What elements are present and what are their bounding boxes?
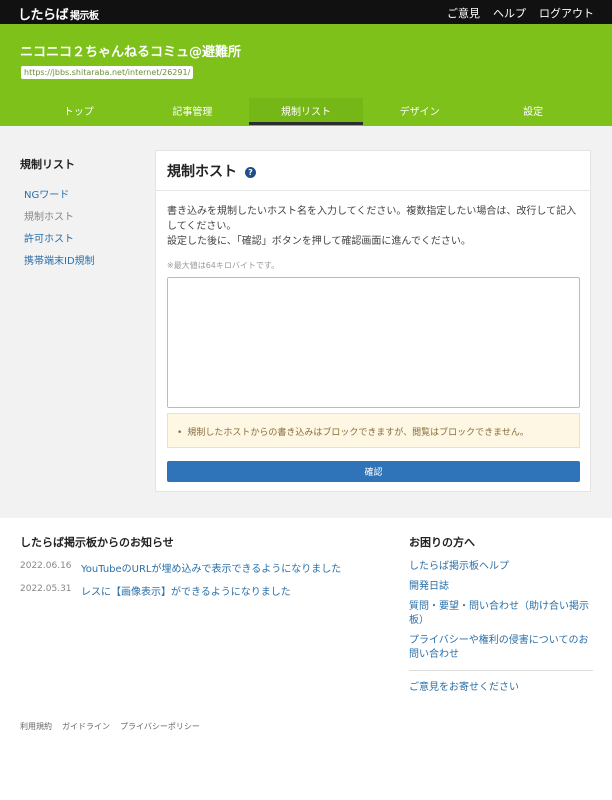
page-title: 規制ホスト	[167, 164, 237, 180]
description-line-2: 設定した後に、「確認」ボタンを押して確認画面に進んでください。	[167, 236, 471, 247]
board-url[interactable]: https://jbbs.shitaraba.net/internet/2629…	[21, 66, 194, 79]
sidebar-item-mobile-id[interactable]: 携帯端末ID規制	[20, 252, 130, 267]
description: 書き込みを規制したいホスト名を入力してください。複数指定したい場合は、改行して記…	[167, 204, 581, 249]
tab-top[interactable]: トップ	[22, 98, 136, 125]
news-link[interactable]: YouTubeのURLが埋め込みで表示できるようになりました	[81, 560, 341, 575]
divider	[409, 670, 593, 671]
sidebar-item-allowed-host[interactable]: 許可ホスト	[20, 230, 130, 245]
board-title: ニコニコ２ちゃんねるコミュ@避難所	[20, 45, 242, 60]
help-link-devlog[interactable]: 開発日誌	[409, 580, 593, 594]
confirm-button[interactable]: 確認	[167, 461, 580, 482]
sidebar: 規制リスト NGワード 規制ホスト 許可ホスト 携帯端末ID規制	[20, 156, 130, 274]
description-line-1: 書き込みを規制したいホスト名を入力してください。複数指定したい場合は、改行して記…	[167, 206, 577, 232]
help-link-privacy-contact[interactable]: プライバシーや権利の侵害についてのお問い合わせ	[409, 634, 593, 662]
tab-settings[interactable]: 設定	[476, 98, 590, 125]
privacy-policy-link[interactable]: プライバシーポリシー	[120, 721, 200, 732]
help-title: お困りの方へ	[409, 536, 475, 549]
news-title: したらば掲示板からのお知らせ	[20, 536, 174, 549]
help-list: したらば掲示板ヘルプ 開発日誌 質問・要望・問い合わせ（助け合い掲示板） プライ…	[409, 560, 593, 701]
sidebar-item-ngword[interactable]: NGワード	[20, 186, 130, 201]
nav-help-link[interactable]: ヘルプ	[493, 5, 526, 21]
panel-header: 規制ホスト?	[156, 151, 590, 191]
news-list: 2022.06.16 YouTubeのURLが埋め込みで表示できるようになりまし…	[20, 560, 380, 606]
warning-alert: • 規制したホストからの書き込みはブロックできますが、閲覧はブロックできません。	[167, 413, 580, 448]
news-link[interactable]: レスに【画像表示】ができるようになりました	[81, 583, 291, 598]
news-date: 2022.05.31	[20, 584, 72, 594]
tab-restrictions[interactable]: 規制リスト	[249, 98, 363, 125]
site-logo[interactable]: したらば 掲示板	[18, 4, 99, 23]
top-nav: ご意見 ヘルプ ログアウト	[447, 5, 594, 21]
news-item: 2022.06.16 YouTubeのURLが埋め込みで表示できるようになりまし…	[20, 560, 380, 575]
board-header: ニコニコ２ちゃんねるコミュ@避難所 https://jbbs.shitaraba…	[0, 24, 612, 126]
size-note: ※最大値は64キロバイトです。	[167, 261, 280, 270]
blocked-host-panel: 規制ホスト? 書き込みを規制したいホスト名を入力してください。複数指定したい場合…	[155, 150, 591, 492]
terms-link[interactable]: 利用規約	[20, 721, 52, 732]
admin-tabs: トップ 記事管理 規制リスト デザイン 設定	[22, 98, 590, 125]
host-list-textarea[interactable]	[167, 277, 580, 408]
bullet-icon: •	[177, 428, 183, 438]
help-link-guide[interactable]: したらば掲示板ヘルプ	[409, 560, 593, 574]
help-link-support-board[interactable]: 質問・要望・問い合わせ（助け合い掲示板）	[409, 600, 593, 628]
legal-links: 利用規約 ガイドライン プライバシーポリシー	[20, 721, 200, 732]
guidelines-link[interactable]: ガイドライン	[62, 721, 110, 732]
news-date: 2022.06.16	[20, 561, 72, 571]
nav-logout-link[interactable]: ログアウト	[539, 5, 594, 21]
sidebar-item-blocked-host: 規制ホスト	[24, 212, 74, 223]
question-icon[interactable]: ?	[245, 167, 256, 178]
tab-posts[interactable]: 記事管理	[136, 98, 250, 125]
top-bar: したらば 掲示板 ご意見 ヘルプ ログアウト	[0, 0, 612, 24]
footer: したらば掲示板からのお知らせ 2022.06.16 YouTubeのURLが埋め…	[0, 518, 612, 800]
tab-design[interactable]: デザイン	[363, 98, 477, 125]
sidebar-title: 規制リスト	[20, 158, 75, 171]
nav-feedback-link[interactable]: ご意見	[447, 5, 480, 21]
alert-text: 規制したホストからの書き込みはブロックできますが、閲覧はブロックできません。	[187, 428, 529, 438]
feedback-link[interactable]: ご意見をお寄せください	[409, 681, 593, 695]
news-item: 2022.05.31 レスに【画像表示】ができるようになりました	[20, 583, 380, 598]
